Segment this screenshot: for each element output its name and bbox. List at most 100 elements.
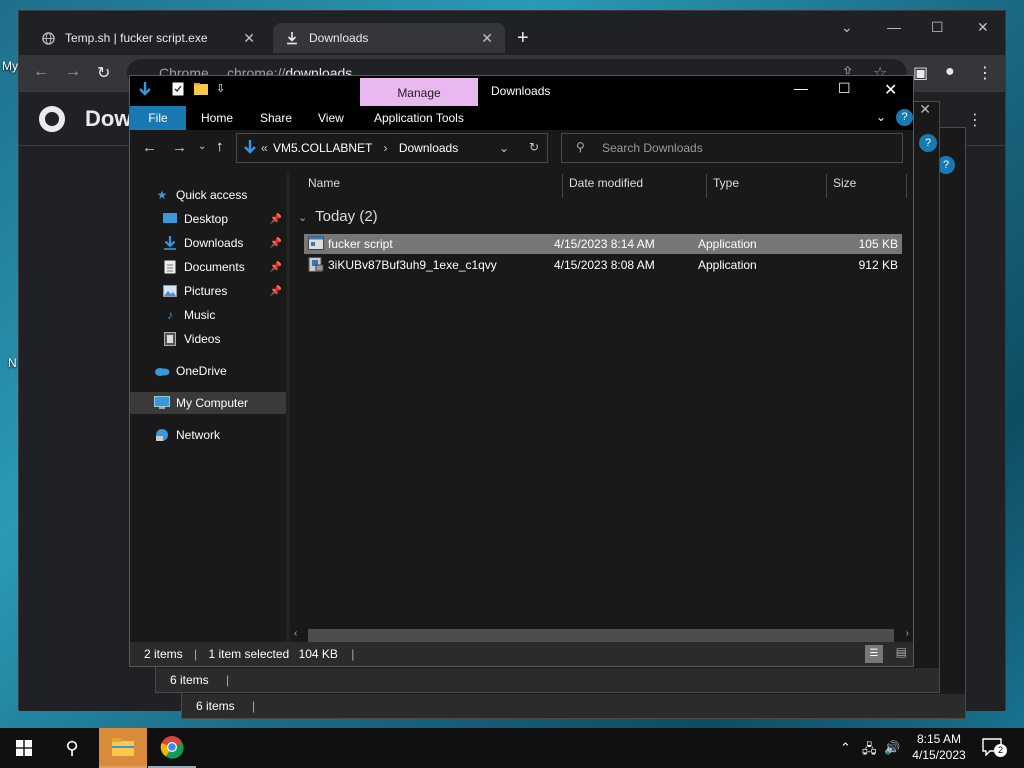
recent-locations-icon[interactable]: ⌄ [198, 141, 206, 152]
back-arrow-icon[interactable]: ← [33, 63, 49, 81]
pin-icon: 📌 [269, 261, 282, 273]
help-icon[interactable]: ? [896, 109, 913, 126]
large-icons-view-icon[interactable]: ▤ [896, 645, 907, 659]
file-name: fucker script [328, 237, 393, 251]
chevron-down-icon[interactable]: ⌄ [876, 110, 886, 124]
tab-home[interactable]: Home [201, 106, 233, 130]
desktop-icon-label-n[interactable]: N [8, 356, 17, 370]
explorer-title-bar: ⇩ Manage Downloads — ☐ ✕ [130, 76, 913, 106]
network-status-icon[interactable]: 🖧 [862, 740, 877, 762]
file-row[interactable]: 3iKUBv87Buf3uh9_1exe_c1qvy 4/15/2023 8:0… [304, 255, 902, 275]
side-panel-icon[interactable]: ▣ [913, 63, 928, 83]
search-input[interactable]: ⚲ Search Downloads [561, 133, 903, 163]
tab-file[interactable]: File [130, 106, 186, 130]
help-icon[interactable]: ? [919, 134, 937, 152]
close-button[interactable]: ✕ [884, 80, 897, 100]
nav-item-documents[interactable]: Documents 📌 [130, 256, 286, 278]
column-divider [826, 174, 827, 198]
nav-item-music[interactable]: ♪ Music [130, 304, 286, 326]
close-icon[interactable]: ✕ [919, 101, 931, 118]
volume-icon[interactable]: 🔊 [884, 740, 900, 756]
status-bar: 2 items | 1 item selected 104 KB | ☰ ▤ [130, 642, 913, 666]
tab-share[interactable]: Share [260, 106, 292, 130]
taskbar-file-explorer[interactable] [99, 728, 147, 768]
column-header-size[interactable]: Size [833, 176, 856, 190]
pin-icon: 📌 [269, 237, 282, 249]
search-button[interactable]: ⚲ [48, 728, 96, 768]
close-button[interactable]: ✕ [977, 19, 989, 36]
details-view-icon[interactable]: ☰ [865, 645, 883, 663]
forward-arrow-icon[interactable]: → [65, 63, 81, 81]
nav-item-desktop[interactable]: Desktop 📌 [130, 208, 286, 230]
scroll-right-icon[interactable]: › [906, 628, 909, 639]
breadcrumb-overflow-icon[interactable]: « [261, 141, 268, 155]
taskbar-chrome[interactable] [148, 728, 196, 768]
nav-label: Network [176, 428, 221, 442]
new-tab-button[interactable]: + [517, 27, 529, 50]
minimize-button[interactable]: — [794, 80, 808, 96]
document-icon [162, 259, 178, 275]
clock-date: 4/15/2023 [912, 748, 966, 762]
notification-center-button[interactable]: 2 [982, 738, 1007, 758]
start-button[interactable] [0, 728, 48, 768]
navigation-pane: ★ Quick access Desktop 📌 Downloads 📌 Doc… [130, 170, 286, 644]
close-icon[interactable]: ✕ [243, 30, 255, 47]
tab-label: Temp.sh | fucker script.exe [65, 31, 208, 45]
breadcrumb-root[interactable]: VM5.COLLABNET [273, 141, 372, 155]
maximize-button[interactable]: ☐ [838, 80, 851, 97]
up-arrow-icon[interactable]: ↑ [216, 138, 224, 155]
maximize-button[interactable]: ☐ [931, 19, 944, 36]
file-size: 912 KB [858, 258, 898, 272]
tab-application-tools[interactable]: Application Tools [374, 106, 464, 130]
minimize-button[interactable]: — [887, 19, 901, 35]
chrome-logo-icon [39, 106, 65, 132]
column-header-type[interactable]: Type [713, 176, 739, 190]
scrollbar-thumb[interactable] [308, 629, 894, 643]
chevron-down-icon[interactable]: ⌄ [841, 19, 853, 36]
forward-arrow-icon[interactable]: → [172, 139, 187, 156]
status-selection: 1 item selected [208, 647, 290, 661]
chrome-tab-downloads[interactable]: Downloads ✕ [273, 23, 505, 53]
reload-icon[interactable]: ↻ [97, 63, 110, 83]
file-list: Name Date modified Type Size ⌄ Today (2)… [290, 170, 913, 644]
properties-icon[interactable] [172, 82, 184, 99]
nav-item-pictures[interactable]: Pictures 📌 [130, 280, 286, 302]
address-bar[interactable]: « VM5.COLLABNET › Downloads ⌄ ↻ [236, 133, 548, 163]
profile-icon[interactable]: ● [945, 63, 955, 81]
chrome-tab-temp-sh[interactable]: Temp.sh | fucker script.exe ✕ [29, 23, 267, 53]
page-title: Dow [85, 106, 132, 131]
back-arrow-icon[interactable]: ← [142, 139, 157, 156]
status-bar: 6 items | [182, 694, 965, 718]
menu-dots-icon[interactable]: ⋮ [977, 63, 993, 83]
tab-view[interactable]: View [318, 106, 344, 130]
chrome-icon [160, 736, 184, 759]
installer-icon [308, 257, 324, 275]
status-selection-size: 104 KB [298, 647, 338, 661]
computer-icon [154, 395, 170, 411]
menu-dots-icon[interactable]: ⋮ [967, 110, 983, 130]
nav-item-network[interactable]: Network [130, 424, 286, 446]
show-hidden-icons-icon[interactable]: ⌃ [840, 740, 851, 756]
refresh-icon[interactable]: ↻ [529, 140, 539, 154]
nav-item-my-computer[interactable]: My Computer [130, 392, 286, 414]
manage-tab[interactable]: Manage [360, 78, 478, 106]
file-type: Application [698, 258, 757, 272]
breadcrumb-current[interactable]: Downloads [399, 141, 458, 155]
search-icon: ⚲ [576, 140, 585, 154]
nav-item-videos[interactable]: Videos [130, 328, 286, 350]
scroll-left-icon[interactable]: ‹ [294, 628, 297, 639]
nav-item-quick-access[interactable]: ★ Quick access [130, 184, 286, 206]
explorer-window: ⇩ Manage Downloads — ☐ ✕ File Home Share… [129, 75, 914, 667]
close-icon[interactable]: ✕ [481, 30, 493, 47]
group-header-today[interactable]: ⌄ Today (2) [298, 208, 378, 225]
customize-qat-icon[interactable]: ⇩ [216, 82, 225, 95]
nav-item-downloads[interactable]: Downloads 📌 [130, 232, 286, 254]
desktop-icon-label-my[interactable]: My [2, 59, 18, 73]
nav-item-onedrive[interactable]: OneDrive [130, 360, 286, 382]
column-header-name[interactable]: Name [308, 176, 340, 190]
taskbar-clock[interactable]: 8:15 AM 4/15/2023 [904, 731, 974, 763]
file-row[interactable]: fucker script 4/15/2023 8:14 AM Applicat… [304, 234, 902, 254]
column-header-date[interactable]: Date modified [569, 176, 643, 190]
new-folder-icon[interactable] [194, 82, 208, 98]
chevron-down-icon[interactable]: ⌄ [499, 141, 509, 155]
